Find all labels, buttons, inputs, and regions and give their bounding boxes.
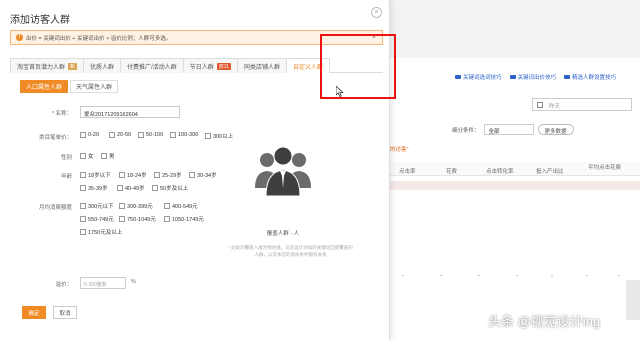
checkbox-age-50-plus[interactable]: 50岁及以上 [152, 184, 188, 192]
checkbox-age-18-24[interactable]: 18-24岁 [119, 171, 147, 179]
table-cell: - [516, 273, 518, 279]
table-row-highlight [390, 181, 640, 190]
checkbox-age-30-34[interactable]: 30-34岁 [189, 171, 217, 179]
filter-label: 细分条件： [452, 127, 480, 134]
video-icon [455, 75, 461, 79]
tab-paid-promotion[interactable]: 付费推广/活动人群 [120, 58, 184, 73]
tab-homepage-potential[interactable]: 淘宝首页潜力人群 新 [10, 58, 85, 73]
table-cell: - [478, 273, 480, 279]
column-header: 点击转化率 [486, 169, 514, 175]
name-label: * 名称： [51, 111, 72, 117]
tab-similar-stores[interactable]: 同类店铺人群 [236, 58, 287, 73]
premium-label: 溢价： [55, 282, 72, 288]
tip-link-keyword-select[interactable]: 关键词选词技巧 [455, 73, 502, 81]
gender-label: 性别 [60, 155, 72, 161]
checkbox-spend-1750-plus[interactable]: 1750元及以上 [80, 228, 122, 236]
checkbox-price-0-20[interactable]: 0-20 [80, 132, 99, 138]
video-icon [509, 75, 516, 79]
calendar-icon [537, 102, 543, 108]
column-header: 平均点击花费 [588, 165, 622, 171]
checkbox-price-20-50[interactable]: 20-50 [109, 132, 131, 138]
cancel-button[interactable]: 取消 [53, 306, 77, 319]
checkbox-price-50-100[interactable]: 50-100 [138, 132, 163, 138]
table-cell: - [402, 273, 404, 279]
tips-bar: 关键词选词技巧 关键词出价技巧 精选人群设置技巧 [455, 73, 616, 81]
background-note: 的访客" [390, 147, 409, 153]
table-cell: - [440, 273, 442, 279]
checkbox-female[interactable]: 女 [80, 152, 94, 160]
age-label: 年龄 [60, 174, 72, 180]
checkbox-age-25-29[interactable]: 25-29岁 [154, 171, 182, 179]
checkbox-age-35-39[interactable]: 35-39岁 [80, 184, 108, 192]
checkbox-age-40-49[interactable]: 40-49岁 [117, 184, 145, 192]
spend-label: 月均消费额度 [38, 205, 72, 211]
tip-link-keyword-bid[interactable]: 关键词出价技巧 [509, 73, 556, 81]
premium-input[interactable]: 5-300整数 [80, 277, 126, 289]
checkbox-male[interactable]: 男 [101, 152, 115, 160]
checkbox-price-300-plus[interactable]: 300以上 [205, 132, 233, 140]
table-header: 点击率 花费 点击转化率 投入产出比 平均点击花费 [390, 162, 640, 176]
double11-badge: 双11 [216, 62, 231, 70]
date-picker[interactable]: 昨天 [532, 98, 632, 111]
video-icon [564, 75, 571, 79]
filter-select[interactable]: 全部 [483, 124, 534, 135]
category-price-label: 类目笔单价： [38, 135, 72, 141]
table-cell: - [586, 273, 588, 279]
name-input[interactable]: 爱众20171209162604 [80, 106, 180, 118]
column-header: 点击率 [399, 169, 416, 175]
subtabs: 人口属性人群 天气属性人群 [20, 80, 119, 93]
cursor-icon [336, 86, 344, 97]
coverage-hint: * 此处的覆盖人群为预估值，与您设计添加的关键词匹配覆盖的人群，以及本店的具体条… [228, 245, 353, 257]
confirm-button[interactable]: 确定 [22, 306, 46, 319]
modal-title: 添加访客人群 [10, 15, 70, 26]
checkbox-spend-400-549[interactable]: 400-549元 [164, 202, 198, 210]
watermark: 头条 @视觉设计ing [488, 314, 601, 329]
filter-bar: 细分条件： 全部 更多数据 [452, 124, 574, 135]
new-badge: 新 [68, 62, 78, 70]
subtab-weather[interactable]: 天气属性人群 [70, 80, 119, 93]
checkbox-spend-750-1049[interactable]: 750-1049元 [119, 215, 156, 223]
highlight-box [320, 34, 396, 99]
column-header: 投入产出比 [536, 169, 564, 175]
warning-text: 出价 = 关键词出价 + 关键词出价 × 溢价比例；人群可多选。 [26, 35, 172, 42]
table-cell: - [551, 273, 553, 279]
tab-quality[interactable]: 优质人群 [83, 58, 122, 73]
close-icon[interactable]: × [371, 7, 382, 18]
tip-link-audience[interactable]: 精选人群设置技巧 [564, 73, 616, 81]
checkbox-spend-300-399[interactable]: 300-399元 [119, 202, 153, 210]
column-header: 花费 [446, 169, 458, 175]
audience-group-icon [255, 146, 311, 197]
warning-icon: ! [16, 34, 23, 41]
checkbox-spend-1050-1749[interactable]: 1050-1749元 [164, 215, 204, 223]
audience-count: 覆盖人群 - 人 [266, 231, 300, 237]
table-cell: - [618, 273, 620, 279]
checkbox-age-under18[interactable]: 18岁以下 [80, 171, 111, 179]
checkbox-price-100-300[interactable]: 100-300 [170, 132, 198, 138]
checkbox-spend-under300[interactable]: 300元以下 [80, 202, 114, 210]
more-data-button[interactable]: 更多数据 [537, 124, 574, 135]
side-toolbar[interactable] [626, 280, 640, 320]
checkbox-spend-550-749[interactable]: 550-749元 [80, 215, 114, 223]
percent-unit: % [131, 279, 136, 285]
tab-holiday[interactable]: 节日人群 双11 [182, 58, 238, 73]
subtab-demographic[interactable]: 人口属性人群 [20, 80, 69, 93]
